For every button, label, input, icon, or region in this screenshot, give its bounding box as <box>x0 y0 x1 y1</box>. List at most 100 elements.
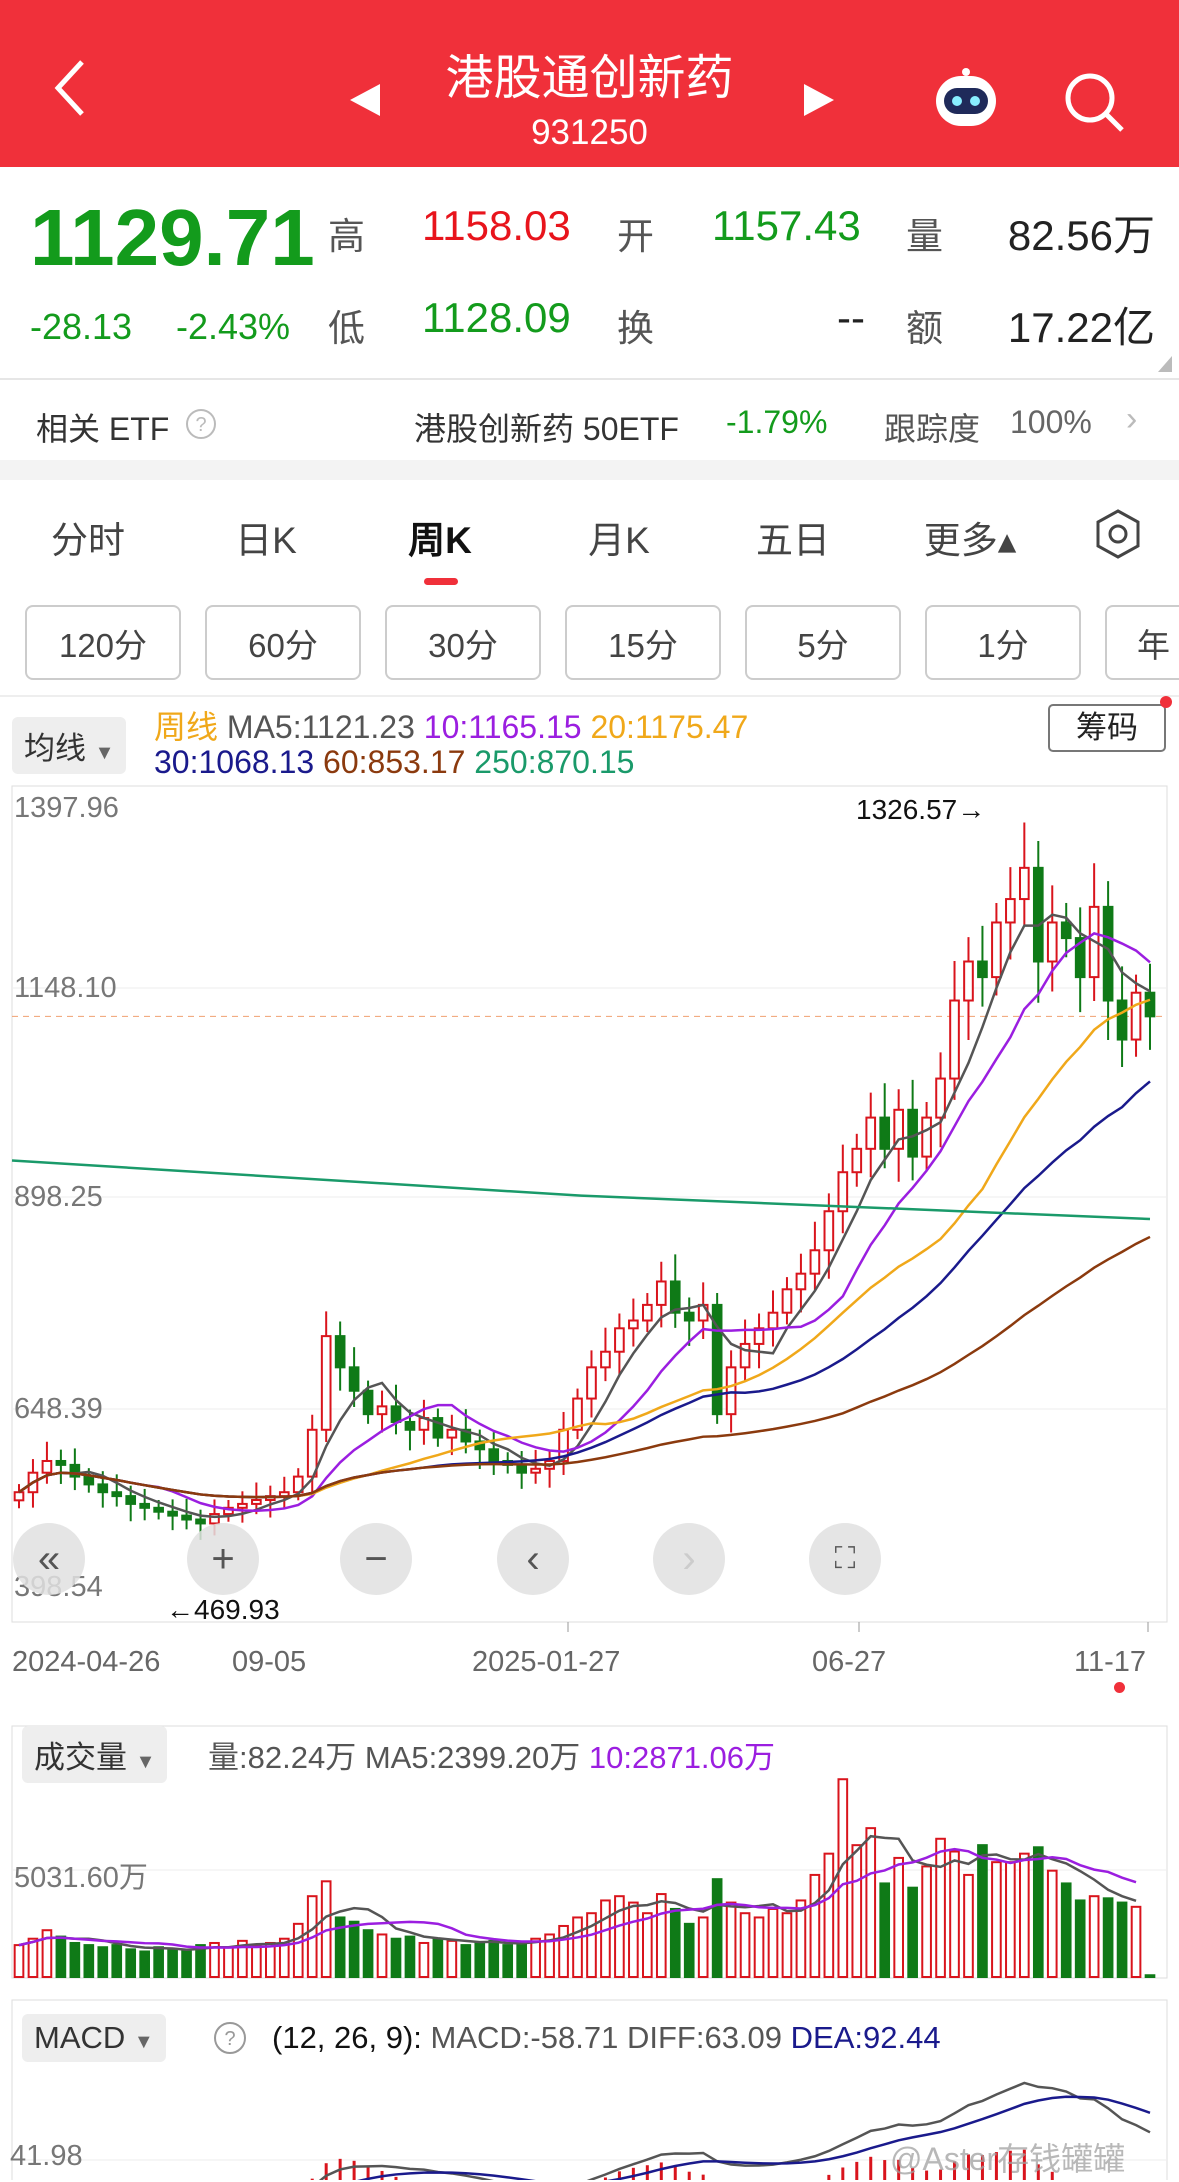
scroll-right-button[interactable]: › <box>653 1523 725 1595</box>
zoom-out-button[interactable]: − <box>340 1523 412 1595</box>
candle <box>446 1428 458 1439</box>
volume-bar <box>823 1852 835 1979</box>
candle <box>153 1506 164 1513</box>
price-change-pct: -2.43% <box>176 306 291 347</box>
chip-year[interactable]: 年 <box>1105 605 1179 680</box>
amount-value: 17.22亿 <box>1007 304 1155 351</box>
volume-bar <box>879 1882 891 1979</box>
diff-value: DIFF:63.09 <box>626 2020 783 2055</box>
chip-distribution-button[interactable]: 筹码 <box>1048 704 1166 752</box>
volume-bar <box>1102 1897 1114 1978</box>
volume-bar <box>683 1922 695 1978</box>
volume-bar <box>1144 1974 1156 1978</box>
volume-bar <box>1116 1901 1128 1979</box>
y-tick: 1148.10 <box>14 972 117 1004</box>
expand-corner-icon[interactable] <box>1158 356 1172 372</box>
volume-bar <box>642 1912 653 1979</box>
candle <box>1144 991 1156 1018</box>
high-label: 高 <box>328 216 365 257</box>
candle <box>921 1116 932 1158</box>
help-icon[interactable]: ? <box>184 407 218 441</box>
tracking-value: 100% <box>1010 404 1092 440</box>
high-value: 1158.03 <box>422 202 571 249</box>
volume-bar <box>893 1856 904 1978</box>
candle <box>697 1303 709 1322</box>
price-change: -28.13 <box>30 306 133 347</box>
macd-value: MACD:-58.71 <box>430 2020 619 2055</box>
chip-1min[interactable]: 1分 <box>925 605 1081 680</box>
volume-ma10: 10:2871.06万 <box>588 1740 776 1775</box>
candle <box>97 1483 109 1494</box>
kline-chart[interactable] <box>0 780 1179 2180</box>
volume-bar <box>1005 1861 1016 1979</box>
last-price: 1129.71 <box>30 193 315 282</box>
help-icon[interactable]: ? <box>212 2020 248 2056</box>
volume-bar <box>404 1935 416 1978</box>
caret-down-icon: ▼ <box>133 2031 154 2053</box>
volume-bar <box>418 1941 430 1979</box>
low-value: 1128.09 <box>422 294 571 341</box>
tab-weekly[interactable]: 周K <box>408 510 472 564</box>
candle <box>1116 999 1128 1041</box>
min-price-label: ←469.93 <box>166 1594 280 1625</box>
macd-dropdown[interactable]: MACD ▼ <box>22 2014 166 2062</box>
candle <box>376 1405 388 1416</box>
search-icon[interactable] <box>1062 70 1126 134</box>
turnover-label: 换 <box>617 308 654 349</box>
volume-dropdown[interactable]: 成交量 ▼ <box>22 1726 168 1783</box>
volume-bar <box>600 1899 611 1979</box>
dropdown-label: 成交量 <box>34 1740 127 1775</box>
volume-bar <box>991 1861 1002 1979</box>
section-gap <box>0 460 1179 480</box>
volume-bar <box>97 1946 109 1978</box>
volume-bar <box>181 1950 192 1979</box>
next-stock-icon[interactable] <box>802 82 836 118</box>
chip-5min[interactable]: 5分 <box>745 605 901 680</box>
scroll-left-fast-button[interactable]: « <box>13 1523 85 1595</box>
etf-label: 相关 ETF <box>36 411 170 447</box>
tab-monthly[interactable]: 月K <box>588 510 650 564</box>
fullscreen-button[interactable]: ⛶ <box>809 1523 881 1595</box>
ma5-line <box>18 913 1151 1519</box>
tab-intraday[interactable]: 分时 <box>51 510 125 564</box>
robot-assistant-icon[interactable] <box>928 66 1004 136</box>
chip-60min[interactable]: 60分 <box>205 605 361 680</box>
etf-change: -1.79% <box>726 404 828 440</box>
chip-30min[interactable]: 30分 <box>385 605 541 680</box>
volume-bar <box>655 1893 667 1979</box>
candle <box>683 1311 695 1322</box>
scroll-left-button[interactable]: ‹ <box>497 1523 569 1595</box>
volume-bar <box>1032 1846 1044 1978</box>
indicator-dropdown[interactable]: 均线 ▼ <box>12 717 127 774</box>
candle <box>167 1510 178 1517</box>
tab-daily[interactable]: 日K <box>235 510 297 564</box>
volume-bar <box>711 1878 723 1978</box>
ma30-value: 30:1068.13 <box>154 744 315 780</box>
chevron-right-icon[interactable]: › <box>1126 400 1137 439</box>
chip-15min[interactable]: 15分 <box>565 605 721 680</box>
tab-more[interactable]: 更多▴ <box>924 510 1017 564</box>
candle <box>488 1448 500 1462</box>
volume-bar <box>614 1895 625 1978</box>
candle <box>334 1335 346 1369</box>
chip-120min[interactable]: 120分 <box>25 605 181 680</box>
volume-bar <box>739 1912 751 1979</box>
volume-bar <box>1074 1899 1086 1979</box>
candle <box>55 1459 67 1466</box>
volume-bar <box>125 1948 137 1979</box>
period-type: 周线 <box>154 709 219 745</box>
volume-bar <box>851 1844 863 1979</box>
dea-value: DEA:92.44 <box>790 2020 941 2055</box>
volume-ma5: MA5:2399.20万 <box>364 1740 581 1775</box>
notification-dot <box>1160 696 1172 708</box>
svg-text:?: ? <box>195 414 206 436</box>
volume-bar <box>725 1901 737 1979</box>
volume-bar <box>781 1912 793 1979</box>
volume-bar <box>153 1946 164 1978</box>
tab-five-day[interactable]: 五日 <box>756 510 830 564</box>
zoom-in-button[interactable]: + <box>187 1523 259 1595</box>
volume-bar <box>69 1941 81 1979</box>
volume-bar <box>55 1935 67 1978</box>
settings-icon[interactable] <box>1092 508 1144 560</box>
top-bar: 港股通创新药 931250 <box>0 0 1179 167</box>
